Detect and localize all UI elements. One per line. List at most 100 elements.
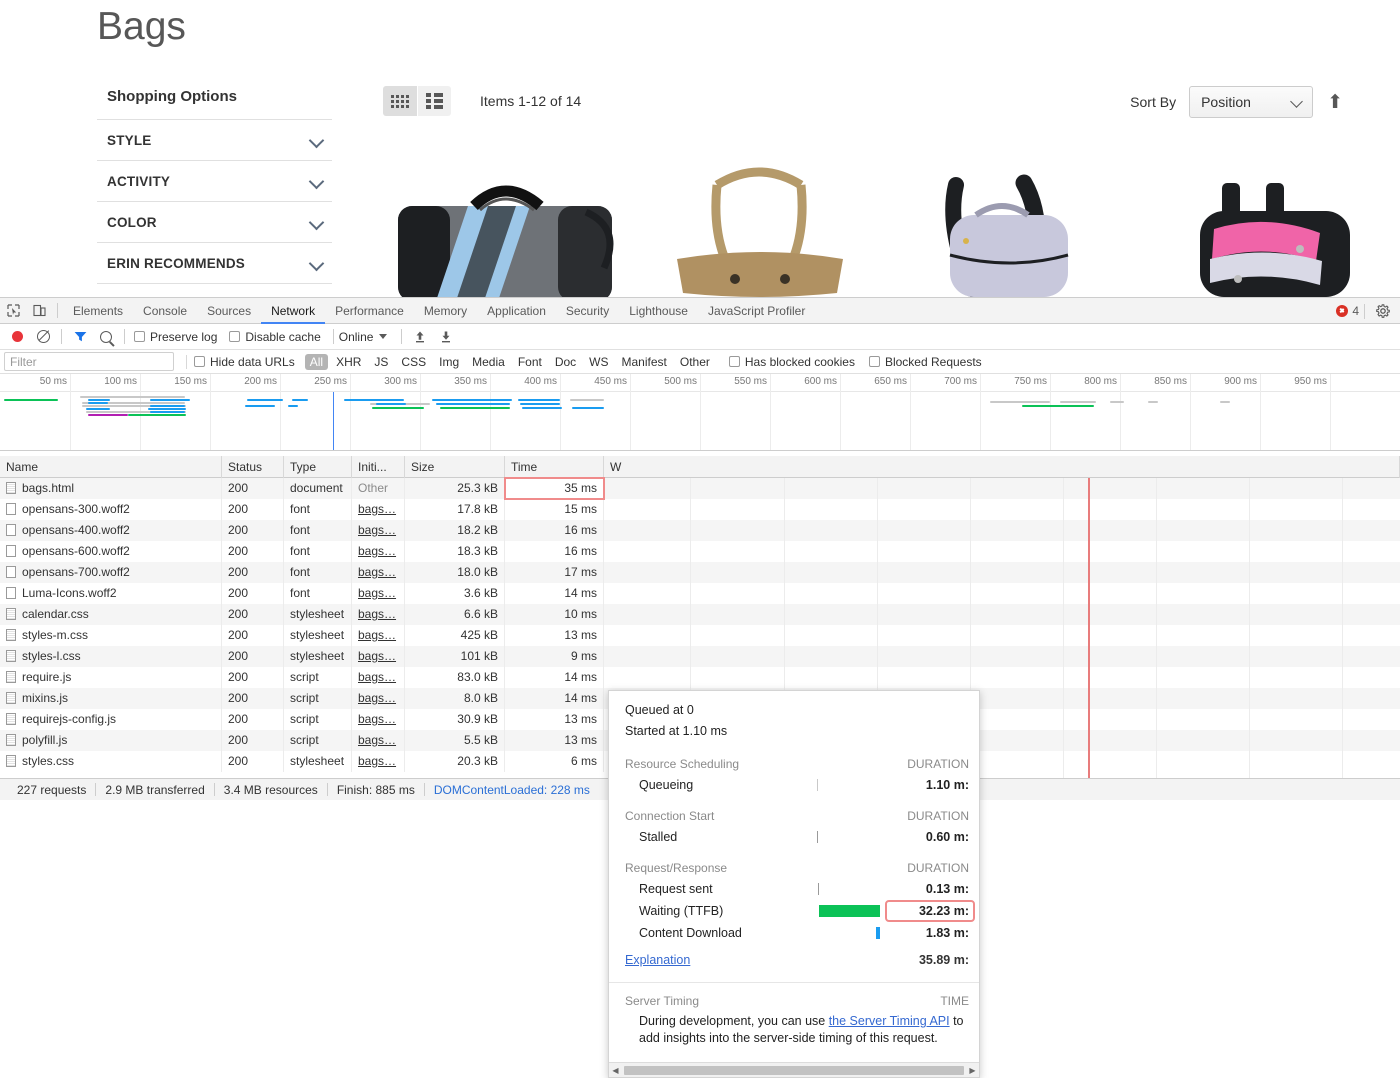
- gear-icon[interactable]: [1370, 298, 1396, 324]
- has-blocked-cookies-checkbox[interactable]: Has blocked cookies: [729, 355, 855, 369]
- filter-input[interactable]: Filter: [4, 352, 174, 371]
- timing-row-content-download: Content Download 1.83 m:: [609, 922, 979, 944]
- product-image-duffle-bag[interactable]: [390, 182, 630, 297]
- inspect-element-icon[interactable]: [0, 298, 26, 324]
- cell-initiator[interactable]: bags…: [352, 646, 405, 667]
- sidebar-item-color[interactable]: COLOR: [97, 201, 332, 242]
- filter-toggle-button[interactable]: [67, 324, 93, 350]
- overview-tick: 500 ms: [664, 376, 697, 387]
- product-image-tote-bag[interactable]: [665, 167, 855, 297]
- product-image-pink-backpack[interactable]: [1180, 167, 1390, 297]
- cell-status: 200: [222, 709, 284, 730]
- scrollbar-thumb[interactable]: [624, 1066, 964, 1075]
- tab-security[interactable]: Security: [556, 298, 619, 324]
- type-filter-js[interactable]: JS: [369, 354, 393, 370]
- clear-button[interactable]: [30, 324, 56, 350]
- product-image-grey-backpack[interactable]: [920, 157, 1130, 297]
- cell-initiator[interactable]: bags…: [352, 709, 405, 730]
- preserve-log-checkbox[interactable]: Preserve log: [134, 330, 217, 344]
- sidebar-divider: [97, 283, 332, 291]
- type-filter-css[interactable]: CSS: [396, 354, 431, 370]
- cell-name: styles.css: [0, 751, 222, 772]
- error-count-badge[interactable]: 4: [1336, 304, 1359, 318]
- tab-memory[interactable]: Memory: [414, 298, 477, 324]
- column-header-time[interactable]: Time: [505, 456, 604, 478]
- cell-initiator[interactable]: bags…: [352, 688, 405, 709]
- type-filter-doc[interactable]: Doc: [550, 354, 581, 370]
- type-filter-font[interactable]: Font: [513, 354, 547, 370]
- sidebar-item-style[interactable]: STYLE: [97, 119, 332, 160]
- disable-cache-checkbox[interactable]: Disable cache: [229, 330, 320, 344]
- cell-initiator[interactable]: bags…: [352, 499, 405, 520]
- cell-type: script: [284, 667, 352, 688]
- cell-initiator[interactable]: bags…: [352, 520, 405, 541]
- dom-content-loaded-line: [1088, 478, 1090, 778]
- section-duration-header: DURATION: [907, 754, 969, 774]
- sort-by-select[interactable]: Position: [1189, 86, 1313, 118]
- scroll-left-arrow[interactable]: ◀: [609, 1066, 622, 1075]
- cell-size: 8.0 kB: [405, 688, 505, 709]
- column-header-name[interactable]: Name: [0, 456, 222, 478]
- chevron-down-icon: [310, 133, 324, 147]
- type-filter-img[interactable]: Img: [434, 354, 464, 370]
- popup-horizontal-scrollbar[interactable]: ◀ ▶: [609, 1062, 979, 1077]
- type-filter-all[interactable]: All: [305, 354, 328, 370]
- tab-network[interactable]: Network: [261, 298, 325, 324]
- tab-javascript-profiler[interactable]: JavaScript Profiler: [698, 298, 815, 324]
- cell-initiator[interactable]: bags…: [352, 751, 405, 772]
- cell-initiator[interactable]: bags…: [352, 583, 405, 604]
- record-icon: [12, 331, 23, 342]
- tab-performance[interactable]: Performance: [325, 298, 414, 324]
- type-filter-media[interactable]: Media: [467, 354, 510, 370]
- grid-view-button[interactable]: [383, 86, 417, 116]
- cell-name: bags.html: [0, 478, 222, 499]
- cell-time: 13 ms: [505, 730, 604, 751]
- tab-console[interactable]: Console: [133, 298, 197, 324]
- column-header-size[interactable]: Size: [405, 456, 505, 478]
- timing-section-server-timing: Server Timing TIME During development, y…: [609, 983, 979, 1047]
- type-filter-manifest[interactable]: Manifest: [617, 354, 672, 370]
- tab-application[interactable]: Application: [477, 298, 556, 324]
- column-header-type[interactable]: Type: [284, 456, 352, 478]
- cell-initiator[interactable]: bags…: [352, 541, 405, 562]
- record-button[interactable]: [4, 324, 30, 350]
- throttling-select[interactable]: Online: [339, 330, 388, 344]
- sidebar-item-erin-recommends[interactable]: ERIN RECOMMENDS: [97, 242, 332, 283]
- tab-elements[interactable]: Elements: [63, 298, 133, 324]
- export-har-button[interactable]: [433, 324, 459, 350]
- request-name: opensans-400.woff2: [22, 523, 130, 537]
- cell-initiator[interactable]: bags…: [352, 625, 405, 646]
- checkbox-icon: [729, 356, 740, 367]
- sort-direction-button[interactable]: ⬆: [1327, 93, 1343, 112]
- search-button[interactable]: [93, 324, 119, 350]
- hide-data-urls-checkbox[interactable]: Hide data URLs: [194, 355, 295, 369]
- cell-time: 9 ms: [505, 646, 604, 667]
- file-icon: [6, 524, 16, 536]
- server-timing-api-link[interactable]: the Server Timing API: [829, 1014, 950, 1028]
- list-view-button[interactable]: [417, 86, 451, 116]
- type-filter-other[interactable]: Other: [675, 354, 715, 370]
- column-header-status[interactable]: Status: [222, 456, 284, 478]
- overview-tick: 300 ms: [384, 376, 417, 387]
- cell-initiator[interactable]: bags…: [352, 730, 405, 751]
- page-title: Bags: [97, 0, 186, 54]
- import-har-button[interactable]: [407, 324, 433, 350]
- tab-sources[interactable]: Sources: [197, 298, 261, 324]
- column-header-initiator[interactable]: Initi...: [352, 456, 405, 478]
- cell-initiator[interactable]: bags…: [352, 667, 405, 688]
- type-filter-ws[interactable]: WS: [584, 354, 613, 370]
- cell-status: 200: [222, 541, 284, 562]
- column-header-waterfall[interactable]: W: [604, 456, 1400, 478]
- device-toolbar-icon[interactable]: [26, 298, 52, 324]
- cell-name: calendar.css: [0, 604, 222, 625]
- blocked-requests-checkbox[interactable]: Blocked Requests: [869, 355, 982, 369]
- tab-lighthouse[interactable]: Lighthouse: [619, 298, 698, 324]
- type-filter-xhr[interactable]: XHR: [331, 354, 366, 370]
- cell-initiator[interactable]: bags…: [352, 562, 405, 583]
- sidebar-item-activity[interactable]: ACTIVITY: [97, 160, 332, 201]
- explanation-link[interactable]: Explanation: [625, 953, 690, 967]
- disable-cache-label: Disable cache: [245, 330, 320, 344]
- scroll-right-arrow[interactable]: ▶: [966, 1066, 979, 1075]
- cell-initiator[interactable]: bags…: [352, 604, 405, 625]
- network-overview-timeline[interactable]: 50 ms 100 ms 150 ms 200 ms 250 ms 300 ms…: [0, 374, 1400, 451]
